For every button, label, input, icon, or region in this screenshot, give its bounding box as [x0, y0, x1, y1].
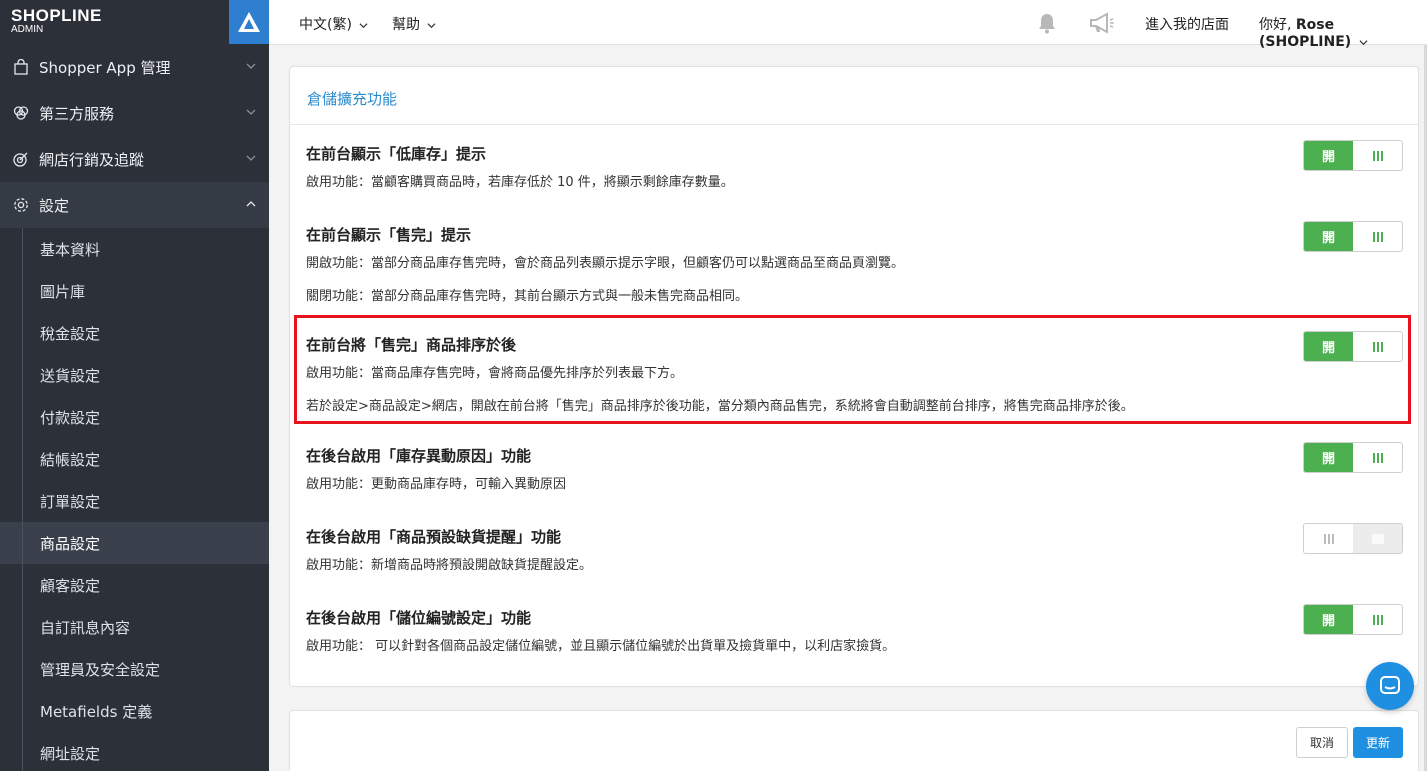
sidebar-subitem-payment[interactable]: 付款設定	[0, 396, 269, 438]
megaphone-icon[interactable]	[1089, 12, 1115, 38]
footer-card	[289, 710, 1419, 771]
brand: SHOPLINE ADMIN	[0, 0, 269, 44]
sidebar-item-third-party[interactable]: 第三方服務	[0, 90, 269, 136]
help-dropdown[interactable]: 幫助	[392, 14, 436, 34]
setting-default-out-of-stock-reminder: 在後台啟用「商品預設缺貨提醒」功能 啟用功能：新增商品時將預設開啟缺貨提醒設定。	[306, 526, 1406, 573]
sidebar-item-label: 設定	[39, 196, 70, 215]
brand-mark-icon[interactable]	[229, 0, 269, 44]
sidebar-subitem-customer[interactable]: 顧客設定	[0, 564, 269, 606]
chevron-down-icon	[246, 63, 256, 69]
submenu-rail	[22, 228, 23, 771]
toggle-grip-icon	[1304, 524, 1353, 553]
sidebar-subitem-admin-security[interactable]: 管理員及安全設定	[0, 648, 269, 690]
sidebar-subitem-delivery[interactable]: 送貨設定	[0, 354, 269, 396]
brand-logo[interactable]: SHOPLINE	[11, 6, 102, 26]
toggle-on-label: 開	[1304, 222, 1353, 251]
toggle-grip-icon	[1353, 443, 1402, 472]
bell-icon[interactable]	[1035, 11, 1059, 39]
setting-title: 在後台啟用「儲位編號設定」功能	[306, 609, 532, 627]
integration-icon	[12, 104, 30, 122]
highlight-box	[294, 315, 1411, 424]
user-menu[interactable]: 你好, Rose (SHOPLINE)	[1259, 14, 1427, 50]
shopping-bag-icon	[12, 58, 30, 76]
toggle-grip-icon	[1353, 605, 1402, 634]
sidebar: SHOPLINE ADMIN Shopper App 管理 第三方服務 網店行銷…	[0, 0, 269, 771]
setting-stock-change-reason: 在後台啟用「庫存異動原因」功能 啟用功能：更動商品庫存時，可輸入異動原因	[306, 445, 1406, 492]
greeting-text: 你好,	[1259, 17, 1292, 33]
setting-title: 在後台啟用「庫存異動原因」功能	[306, 447, 532, 465]
sidebar-subitem-url[interactable]: 網址設定	[0, 732, 269, 771]
sidebar-item-label: Shopper App 管理	[39, 58, 171, 77]
visit-store-link[interactable]: 進入我的店面	[1145, 14, 1229, 34]
gear-icon	[12, 196, 30, 214]
toggle-storage-location[interactable]: 開	[1303, 604, 1403, 635]
cancel-button[interactable]: 取消	[1296, 727, 1348, 758]
sidebar-subitem-tax[interactable]: 稅金設定	[0, 312, 269, 354]
chevron-up-icon	[246, 201, 256, 207]
setting-title: 在前台顯示「售完」提示	[306, 226, 472, 244]
toggle-sold-out-notice[interactable]: 開	[1303, 221, 1403, 252]
setting-description: 啟用功能：當顧客購買商品時，若庫存低於 10 件，將顯示剩餘庫存數量。	[306, 175, 734, 190]
setting-description: 啟用功能：更動商品庫存時，可輸入異動原因	[306, 477, 567, 492]
chevron-down-icon	[246, 109, 256, 115]
sidebar-subitem-product[interactable]: 商品設定	[0, 522, 269, 564]
language-label: 中文(繁)	[299, 17, 352, 33]
sidebar-subitem-order[interactable]: 訂單設定	[0, 480, 269, 522]
brand-sub: ADMIN	[11, 24, 44, 35]
toggle-on-label: 開	[1304, 443, 1353, 472]
sidebar-item-shopper-app[interactable]: Shopper App 管理	[0, 44, 269, 90]
sidebar-item-label: 網店行銷及追蹤	[39, 150, 145, 169]
setting-description: 啟用功能： 可以針對各個商品設定儲位編號，並且顯示儲位編號於出貨單及撿貨單中，以…	[306, 639, 896, 654]
toggle-off-part	[1353, 524, 1402, 553]
setting-storage-location: 在後台啟用「儲位編號設定」功能 啟用功能： 可以針對各個商品設定儲位編號，並且顯…	[306, 607, 1406, 654]
chevron-down-icon	[359, 22, 368, 28]
sidebar-subitem-checkout[interactable]: 結帳設定	[0, 438, 269, 480]
chevron-down-icon	[1359, 39, 1368, 45]
toggle-on-label: 開	[1304, 605, 1353, 634]
update-button[interactable]: 更新	[1353, 727, 1403, 758]
card-title: 倉儲擴充功能	[307, 90, 398, 108]
language-dropdown[interactable]: 中文(繁)	[299, 14, 368, 34]
setting-title: 在前台顯示「低庫存」提示	[306, 145, 487, 163]
sidebar-subitem-metafields[interactable]: Metafields 定義	[0, 690, 269, 732]
help-label: 幫助	[392, 17, 420, 33]
sidebar-item-marketing[interactable]: 網店行銷及追蹤	[0, 136, 269, 182]
top-bar: 中文(繁) 幫助 進入我的店面 你好, Rose (SHOPLINE)	[269, 0, 1427, 50]
chevron-down-icon	[246, 155, 256, 161]
setting-description: 啟用功能：新增商品時將預設開啟缺貨提醒設定。	[306, 558, 593, 573]
chat-icon[interactable]	[1366, 662, 1414, 710]
setting-low-stock: 在前台顯示「低庫存」提示 啟用功能：當顧客購買商品時，若庫存低於 10 件，將顯…	[306, 143, 1406, 190]
sidebar-subitem-custom-message[interactable]: 自訂訊息內容	[0, 606, 269, 648]
toggle-default-out-of-stock-reminder[interactable]	[1303, 523, 1403, 554]
sidebar-subitem-gallery[interactable]: 圖片庫	[0, 270, 269, 312]
toggle-stock-change-reason[interactable]: 開	[1303, 442, 1403, 473]
toggle-grip-icon	[1353, 222, 1402, 251]
chevron-down-icon	[427, 22, 436, 28]
sidebar-item-settings[interactable]: 設定	[0, 182, 269, 228]
sidebar-subitem-basic-info[interactable]: 基本資料	[0, 228, 269, 270]
setting-description: 關閉功能：當部分商品庫存售完時，其前台顯示方式與一般未售完商品相同。	[306, 289, 749, 304]
settings-submenu: 基本資料 圖片庫 稅金設定 送貨設定 付款設定 結帳設定 訂單設定 商品設定 顧…	[0, 228, 269, 771]
toggle-low-stock[interactable]: 開	[1303, 140, 1403, 171]
setting-sold-out-notice: 在前台顯示「售完」提示 開啟功能：當部分商品庫存售完時，會於商品列表顯示提示字眼…	[306, 224, 1406, 304]
toggle-on-label: 開	[1304, 141, 1353, 170]
sidebar-item-label: 第三方服務	[39, 104, 115, 123]
target-icon	[12, 150, 30, 168]
divider	[290, 124, 1418, 125]
setting-description: 開啟功能：當部分商品庫存售完時，會於商品列表顯示提示字眼，但顧客仍可以點選商品至…	[306, 256, 905, 271]
setting-title: 在後台啟用「商品預設缺貨提醒」功能	[306, 528, 562, 546]
toggle-grip-icon	[1353, 141, 1402, 170]
